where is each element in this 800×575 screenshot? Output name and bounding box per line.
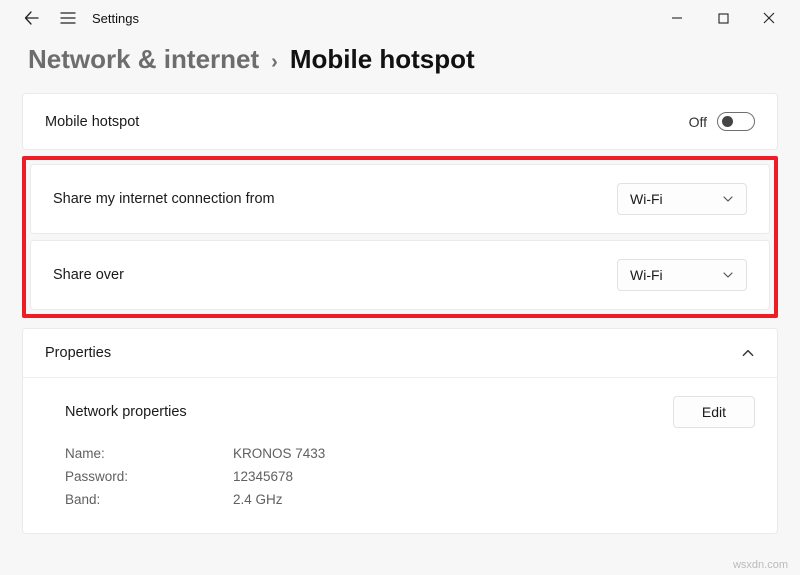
back-button[interactable] bbox=[14, 0, 50, 36]
highlight-annotation: Share my internet connection from Wi-Fi … bbox=[22, 156, 778, 318]
properties-group: Properties Network properties Edit Name:… bbox=[22, 328, 778, 534]
property-key: Password: bbox=[65, 469, 233, 484]
title-bar: Settings bbox=[0, 0, 800, 36]
share-from-label: Share my internet connection from bbox=[53, 191, 617, 207]
edit-button[interactable]: Edit bbox=[673, 396, 755, 428]
menu-button[interactable] bbox=[50, 0, 86, 36]
share-from-select[interactable]: Wi-Fi bbox=[617, 183, 747, 215]
property-key: Band: bbox=[65, 492, 233, 507]
property-row-password: Password: 12345678 bbox=[45, 465, 755, 488]
chevron-down-icon bbox=[722, 193, 734, 205]
properties-title: Properties bbox=[45, 345, 741, 361]
breadcrumb: Network & internet › Mobile hotspot bbox=[0, 36, 800, 89]
watermark: wsxdn.com bbox=[733, 559, 788, 571]
hamburger-icon bbox=[60, 11, 76, 25]
chevron-right-icon: › bbox=[271, 51, 278, 74]
close-button[interactable] bbox=[746, 0, 792, 36]
close-icon bbox=[763, 12, 775, 24]
breadcrumb-current: Mobile hotspot bbox=[290, 44, 475, 75]
share-over-select[interactable]: Wi-Fi bbox=[617, 259, 747, 291]
hotspot-toggle-card: Mobile hotspot Off bbox=[22, 93, 778, 150]
hotspot-label: Mobile hotspot bbox=[45, 114, 689, 130]
minimize-icon bbox=[671, 12, 683, 24]
toggle-knob bbox=[722, 116, 733, 127]
chevron-down-icon bbox=[722, 269, 734, 281]
network-properties-label: Network properties bbox=[45, 404, 673, 420]
arrow-left-icon bbox=[24, 10, 40, 26]
share-from-card: Share my internet connection from Wi-Fi bbox=[30, 164, 770, 234]
property-row-name: Name: KRONOS 7433 bbox=[45, 442, 755, 465]
minimize-button[interactable] bbox=[654, 0, 700, 36]
properties-header[interactable]: Properties bbox=[23, 329, 777, 377]
chevron-up-icon bbox=[741, 346, 755, 360]
property-row-band: Band: 2.4 GHz bbox=[45, 488, 755, 511]
app-title: Settings bbox=[92, 11, 139, 26]
property-value: 2.4 GHz bbox=[233, 492, 283, 507]
share-from-value: Wi-Fi bbox=[630, 191, 663, 207]
hotspot-toggle[interactable] bbox=[717, 112, 755, 131]
property-value: 12345678 bbox=[233, 469, 293, 484]
share-over-value: Wi-Fi bbox=[630, 267, 663, 283]
maximize-icon bbox=[718, 13, 729, 24]
property-value: KRONOS 7433 bbox=[233, 446, 325, 461]
hotspot-state-text: Off bbox=[689, 114, 707, 130]
share-over-card: Share over Wi-Fi bbox=[30, 240, 770, 310]
share-over-label: Share over bbox=[53, 267, 617, 283]
maximize-button[interactable] bbox=[700, 0, 746, 36]
property-key: Name: bbox=[65, 446, 233, 461]
breadcrumb-parent[interactable]: Network & internet bbox=[28, 44, 259, 75]
